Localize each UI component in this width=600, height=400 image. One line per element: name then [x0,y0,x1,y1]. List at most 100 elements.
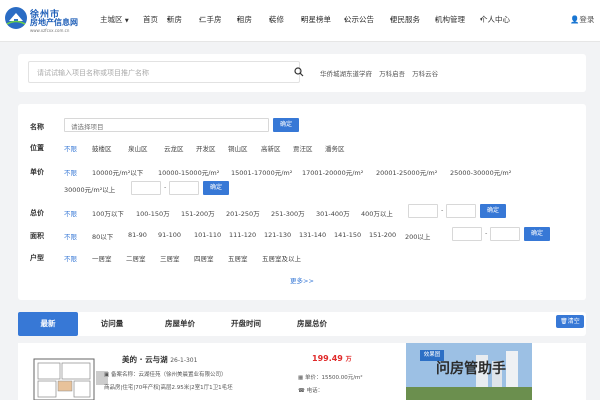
listing-card[interactable]: 美的 · 云与湖 26-1-301 199.49 万 ▣ 备案名称：云湖佳苑（徐… [18,343,586,400]
total-price-option[interactable]: 不限 [64,208,77,218]
search-icon[interactable] [294,67,304,77]
total-price-option[interactable]: 400万以上 [361,208,393,218]
layout-option[interactable]: 不限 [64,253,77,263]
area-option[interactable]: 141-150 [334,231,361,239]
unit-price-option[interactable]: 10000元/m²以下 [92,167,143,177]
hot-link[interactable]: 华侨城湖东道学府 [320,70,372,78]
search-panel: 请试试输入项目名称或项目推广名称 华侨城湖东道学府 万科启吾 万科云谷 [18,54,586,92]
clear-button[interactable]: 🗑清空 [556,315,584,328]
total-price-confirm-button[interactable]: 确定 [480,204,506,218]
filter-panel: 名称 请选择项目 确定 位置 不限 鼓楼区 泉山区 云龙区 开发区 铜山区 高新… [18,104,586,300]
unit-price-option[interactable]: 30000元/m²以上 [64,184,115,194]
location-option[interactable]: 泉山区 [128,143,148,153]
layout-option[interactable]: 二居室 [126,253,146,263]
unit-price-option[interactable]: 不限 [64,167,77,177]
nav-second-hand[interactable]: 二手房 ▾ [199,14,222,24]
total-price-option[interactable]: 251-300万 [271,208,305,218]
phone-icon: ☎ [298,388,305,394]
tab-open-date[interactable]: 开盘时间 [214,312,278,336]
listing-property-info: 商品房|住宅|70年产权|高层2.95米|2室1厅1卫1毛坯 [104,385,233,391]
location-option[interactable]: 潘务区 [325,143,345,153]
nav-decoration-label: 装修 [269,15,284,24]
hot-link[interactable]: 万科云谷 [412,70,438,78]
listing-unit-price: ▦ 单价：15500.00元/m² [298,373,363,381]
range-dash: - [164,183,167,191]
layout-option[interactable]: 三居室 [160,253,180,263]
total-price-option[interactable]: 301-400万 [316,208,350,218]
search-input[interactable]: 请试试输入项目名称或项目推广名称 [28,61,300,83]
nav-rent[interactable]: 租房 ▾ [237,14,252,24]
location-option[interactable]: 云龙区 [164,143,184,153]
listing-name[interactable]: 美的 · 云与湖 26-1-301 [122,354,197,365]
area-option[interactable]: 121-130 [264,231,291,239]
tab-visits[interactable]: 访问量 [82,312,142,336]
location-option[interactable]: 开发区 [196,143,216,153]
area-option[interactable]: 151-200 [369,231,396,239]
area-option[interactable]: 不限 [64,231,77,241]
tab-latest[interactable]: 最新 [18,312,78,336]
area-option[interactable]: 80以下 [92,231,113,241]
nav-notice[interactable]: 公示公告 ▾ [344,14,374,24]
location-option[interactable]: 铜山区 [228,143,248,153]
login-button[interactable]: 👤登录 [570,14,594,25]
listing-phone: ☎ 电话： [298,386,323,394]
layout-option[interactable]: 五居室 [228,253,248,263]
unit-price-option[interactable]: 25000-30000元/m² [450,167,511,177]
tab-unit-price[interactable]: 房屋单价 [148,312,212,336]
nav-decoration[interactable]: 装修 ▾ [269,14,284,24]
area-min-input[interactable] [452,227,482,241]
name-confirm-button[interactable]: 确定 [273,118,299,132]
unit-price-option[interactable]: 20001-25000元/m² [376,167,437,177]
city-selector[interactable]: 主城区 ▼ [100,14,129,25]
unit-price-max-input[interactable] [169,181,199,195]
total-price-option[interactable]: 201-250万 [226,208,260,218]
area-option[interactable]: 91-100 [158,231,181,239]
tab-total-price[interactable]: 房屋总价 [280,312,344,336]
location-option[interactable]: 贾汪区 [293,143,313,153]
layout-option[interactable]: 五居室及以上 [262,253,301,263]
logo-icon [5,7,27,29]
layout-option[interactable]: 一居室 [92,253,112,263]
area-confirm-button[interactable]: 确定 [524,227,550,241]
area-option[interactable]: 101-110 [194,231,221,239]
nav-service[interactable]: 便民服务 ▾ [390,14,420,24]
record-name-text: 备案名称：云湖佳苑（徐州美晨置业有限公司） [110,372,227,378]
phone-text: 电话： [306,388,324,394]
project-name-input[interactable]: 请选择项目 [64,118,269,132]
location-option[interactable]: 高新区 [261,143,281,153]
document-icon: ▣ [104,372,110,378]
nav-rent-label: 租房 [237,15,252,24]
listing-record-name: ▣ 备案名称：云湖佳苑（徐州美晨置业有限公司） [104,370,226,378]
total-price-min-input[interactable] [408,204,438,218]
area-max-input[interactable] [490,227,520,241]
site-logo[interactable]: 徐州市 房地产信息网 www.xzfcxx.com.cn [4,6,80,36]
unit-price-option[interactable]: 15001-17000元/m² [231,167,292,177]
location-option[interactable]: 不限 [64,143,77,153]
area-option[interactable]: 81-90 [128,231,147,239]
total-price-max-input[interactable] [446,204,476,218]
more-filters-link[interactable]: 更多>> [290,275,314,285]
logo-line2: 房地产信息网 [30,18,78,27]
nav-star-list[interactable]: 明星榜单 ▾ [301,14,331,24]
top-header: 徐州市 房地产信息网 www.xzfcxx.com.cn 主城区 ▼ 首页 新房… [0,0,600,42]
unit-price-min-input[interactable] [131,181,161,195]
layout-option[interactable]: 四居室 [194,253,214,263]
area-option[interactable]: 131-140 [299,231,326,239]
nav-home[interactable]: 首页 [143,14,158,25]
hot-link[interactable]: 万科启吾 [379,70,405,78]
unit-price-text: 单价：15500.00元/m² [304,375,363,381]
total-price-option[interactable]: 151-200万 [181,208,215,218]
unit-price-confirm-button[interactable]: 确定 [203,181,229,195]
logo-url: www.xzfcxx.com.cn [30,28,70,33]
area-option[interactable]: 200以上 [405,231,430,241]
area-option[interactable]: 111-120 [229,231,256,239]
nav-new-house[interactable]: 新房 ▾ [167,14,182,24]
unit-price-option[interactable]: 10000-15000元/m² [158,167,219,177]
unit-price-option[interactable]: 17001-20000元/m² [302,167,363,177]
total-price-option[interactable]: 100万以下 [92,208,124,218]
nav-agency[interactable]: 机构管理 ▾ [435,14,465,24]
location-option[interactable]: 鼓楼区 [92,143,112,153]
total-price-option[interactable]: 100-150万 [136,208,170,218]
nav-user-center[interactable]: 个人中心 ▾ [480,14,510,24]
floor-plan-image [33,358,108,400]
